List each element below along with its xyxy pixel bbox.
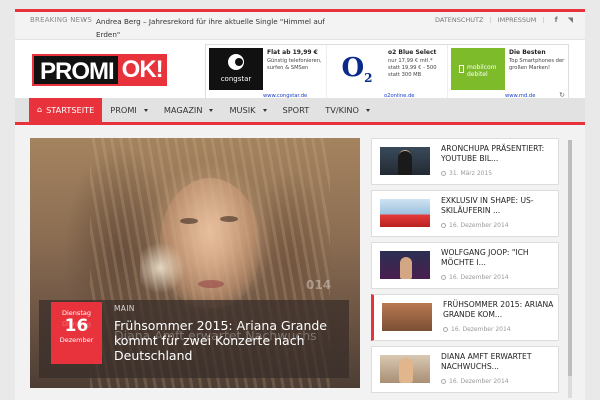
ad-o2[interactable]: O2 o2 Blue Select nur 17,99 € mtl.* stat… [327, 45, 448, 101]
thumbnail [380, 355, 430, 383]
main-nav: ⌂ STARTSEITE PROMI MAGAZIN MUSIK SPORT T… [15, 98, 585, 125]
list-item[interactable]: ARONCHUPA PRÄSENTIERT: YOUTUBE BIL... 31… [371, 138, 559, 185]
ad-description: Top Smartphones der großen Marken! [509, 58, 565, 71]
ad-mobilcom[interactable]: mobilcom debitel Die Besten Top Smartpho… [448, 45, 568, 101]
thumbnail [380, 251, 430, 279]
home-icon: ⌂ [37, 105, 43, 114]
separator: | [542, 16, 545, 24]
slider-category: MAIN [114, 304, 135, 313]
chevron-right-icon: › [83, 15, 87, 24]
nav-item-sport[interactable]: SPORT [275, 98, 318, 122]
congstar-logo: congstar [209, 48, 263, 90]
ad-congstar[interactable]: congstar Flat ab 19,99 € Günstig telefon… [206, 45, 327, 101]
clock-icon [441, 223, 446, 228]
ghost-date: Dienstag [62, 320, 91, 328]
caret-down-icon [143, 108, 148, 112]
ad-description: Günstig telefonieren, surfen & SMSen [267, 58, 322, 71]
logo-text-promi: PROMI [32, 54, 118, 86]
ad-title: Flat ab 19,99 € [267, 49, 318, 56]
ad-title: o2 Blue Select [388, 49, 437, 56]
clock-icon [441, 379, 446, 384]
thumbnail [380, 199, 430, 227]
slider-overlay-number: 014 [306, 278, 332, 292]
ad-banner: congstar Flat ab 19,99 € Günstig telefon… [205, 44, 569, 102]
caret-down-icon [365, 108, 370, 112]
nav-item-musik[interactable]: MUSIK [221, 98, 274, 122]
top-bar: BREAKING NEWS › Andrea Berg – Jahresreko… [15, 12, 585, 40]
clock-icon [441, 171, 446, 176]
clock-icon [441, 275, 446, 280]
list-scrollbar[interactable] [568, 140, 572, 398]
ad-description: nur 17,99 € mtl.* statt 19,99 € - 500 st… [388, 58, 437, 78]
impressum-link[interactable]: IMPRESSUM [498, 16, 537, 24]
slider-title[interactable]: Frühsommer 2015: Ariana Grande kommt für… [114, 318, 349, 363]
caret-down-icon [262, 108, 267, 112]
facebook-icon[interactable]: f [555, 16, 558, 24]
mobilcom-logo: mobilcom debitel [451, 48, 505, 90]
rss-icon[interactable]: ◥ [568, 16, 573, 24]
list-item[interactable]: WOLFGANG JOOP: "ICH MÖCHTE I... 16. Deze… [371, 242, 559, 289]
datenschutz-link[interactable]: DATENSCHUTZ [435, 16, 484, 24]
nav-item-promi[interactable]: PROMI [102, 98, 156, 122]
clock-icon [443, 327, 448, 332]
nav-item-tvkino[interactable]: TV/KINO [317, 98, 378, 122]
scrollbar-thumb[interactable] [568, 140, 572, 376]
top-links: DATENSCHUTZ | IMPRESSUM | f ◥ [435, 16, 573, 24]
list-item[interactable]: DIANA AMFT ERWARTET NACHWUCHS... 16. Dez… [371, 346, 559, 393]
nav-item-startseite[interactable]: ⌂ STARTSEITE [29, 98, 103, 122]
ad-title: Die Besten [509, 49, 546, 56]
o2-logo: O2 [330, 48, 384, 90]
slider-thumbnail-list: ARONCHUPA PRÄSENTIERT: YOUTUBE BIL... 31… [371, 138, 563, 400]
slider-caption[interactable]: Dienstag 16 Dezember Dienstag MAIN Diana… [39, 300, 349, 378]
logo-text-ok: OK! [117, 54, 167, 86]
thumbnail [382, 303, 432, 331]
thumbnail [380, 147, 430, 175]
date-badge: Dienstag 16 Dezember [51, 302, 102, 364]
list-item[interactable]: EXKLUSIV IN SHAPE: US-SKILÄUFERIN ... 16… [371, 190, 559, 237]
site-logo[interactable]: PROMI OK! [32, 54, 167, 86]
caret-down-icon [209, 108, 214, 112]
page-container: BREAKING NEWS › Andrea Berg – Jahresreko… [15, 12, 585, 400]
nav-item-magazin[interactable]: MAGAZIN [156, 98, 222, 122]
separator: | [489, 16, 492, 24]
list-item-active[interactable]: FRÜHSOMMER 2015: ARIANA GRANDE KOM... 16… [371, 294, 559, 341]
breaking-news-link[interactable]: Andrea Berg – Jahresrekord für ihre aktu… [96, 15, 346, 41]
